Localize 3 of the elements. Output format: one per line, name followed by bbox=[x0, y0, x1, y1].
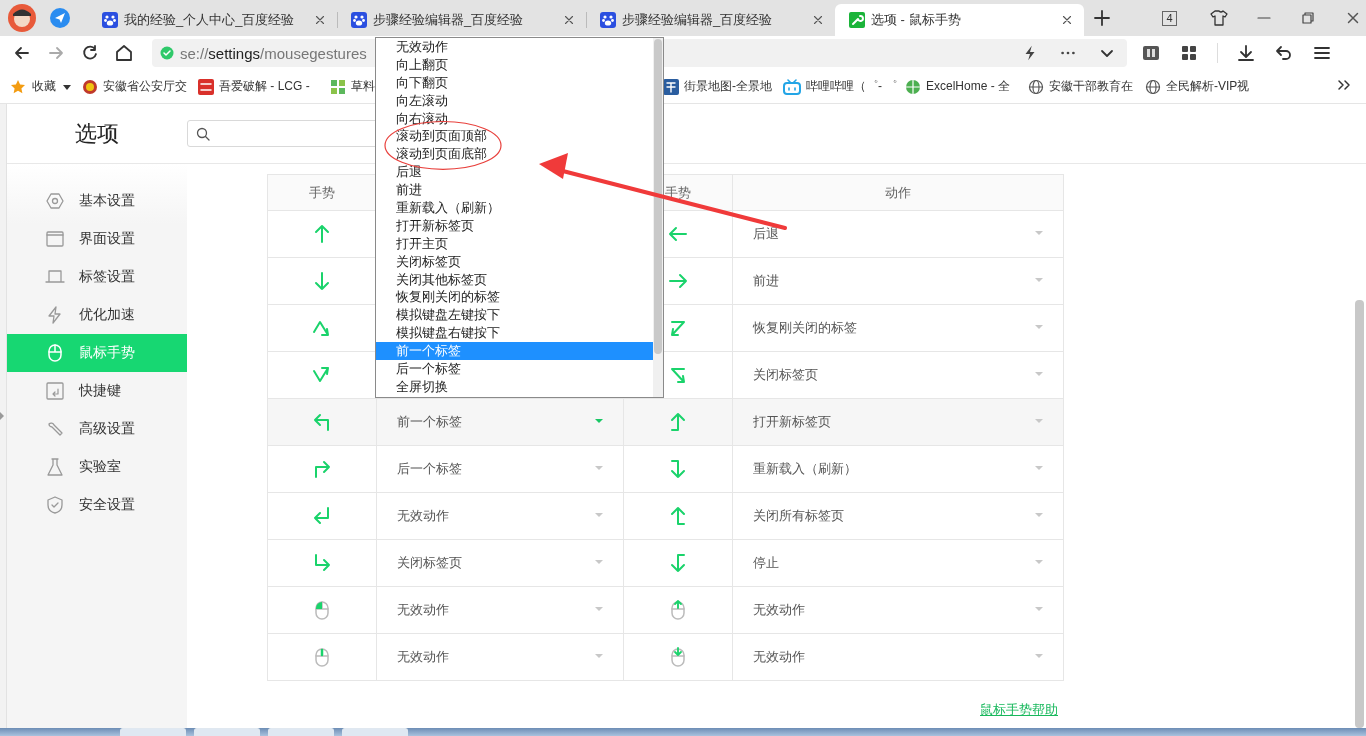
column-header: 手势 bbox=[267, 174, 377, 211]
page-title: 选项 bbox=[74, 119, 120, 148]
column-header: 动作 bbox=[732, 174, 1064, 211]
